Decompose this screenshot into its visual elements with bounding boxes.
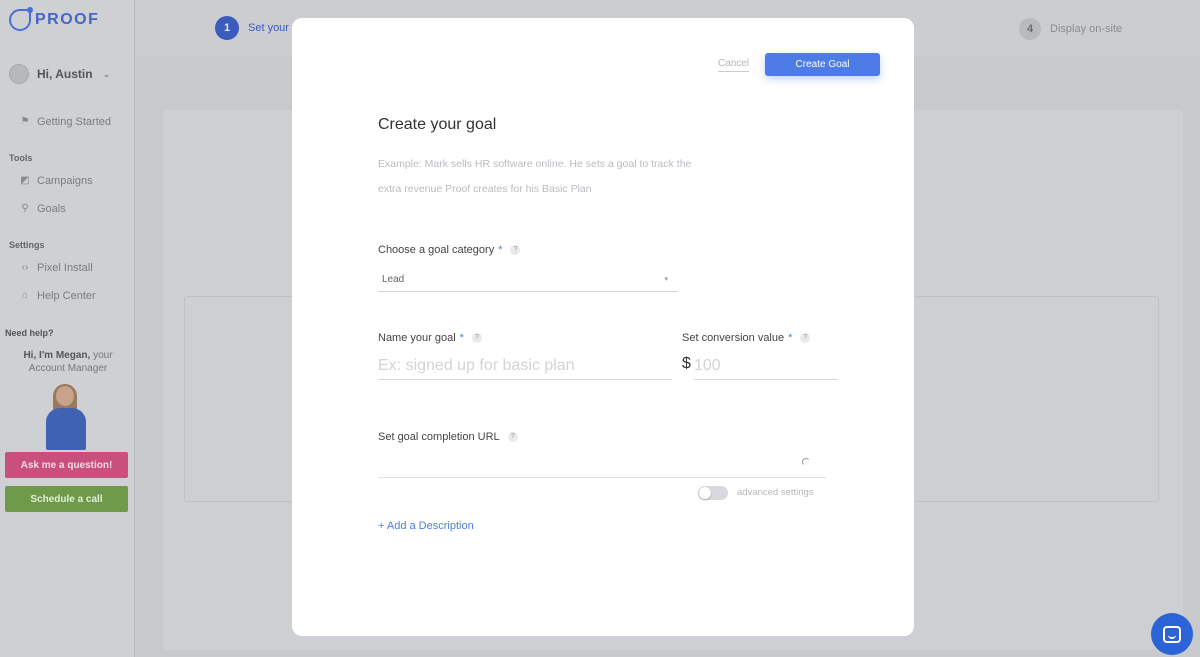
currency-symbol: $ <box>682 355 691 372</box>
step-number: 4 <box>1019 18 1041 40</box>
conversion-value-label: Set conversion value * ? <box>682 332 811 344</box>
rocket-icon: ⚑ <box>20 116 30 127</box>
cancel-button[interactable]: Cancel <box>718 58 750 72</box>
label-text: Set goal completion URL <box>378 431 500 443</box>
sidebar-item-label: Pixel Install <box>37 262 93 274</box>
step-label: Display on-site <box>1050 23 1123 35</box>
code-icon: ‹› <box>21 262 29 273</box>
sidebar-item-campaigns[interactable]: ◩ Campaigns <box>20 175 93 187</box>
required-marker: * <box>498 244 503 256</box>
sidebar-item-goals[interactable]: ⚲ Goals <box>20 203 66 215</box>
sidebar-item-label: Help Center <box>37 290 96 302</box>
home-icon: ⌂ <box>21 290 29 301</box>
sidebar-item-help-center[interactable]: ⌂ Help Center <box>20 290 96 302</box>
step-label: Set your <box>248 22 289 34</box>
completion-url-label: Set goal completion URL ? <box>378 431 518 443</box>
label-text: Choose a goal category <box>378 244 495 256</box>
sidebar-item-label: Goals <box>37 203 66 215</box>
need-help-label: Need help? <box>5 328 54 338</box>
sidebar-item-getting-started[interactable]: ⚑ Getting Started <box>20 116 111 128</box>
add-description-link[interactable]: + Add a Description <box>378 520 474 532</box>
selected-value: Lead <box>382 273 405 285</box>
required-marker: * <box>788 332 793 344</box>
goal-icon: ⚲ <box>21 203 29 214</box>
manager-intro: Hi, I'm Megan, <box>23 350 91 361</box>
account-manager-photo <box>40 384 92 450</box>
step-4[interactable]: 4 Display on-site <box>1019 18 1122 40</box>
ask-question-button[interactable]: Ask me a question! <box>5 452 128 478</box>
goal-name-input[interactable] <box>378 352 672 380</box>
goal-category-select[interactable]: Lead ▾ <box>378 267 678 292</box>
help-icon[interactable]: ? <box>507 432 518 442</box>
step-number: 1 <box>215 16 239 40</box>
campaign-icon: ◩ <box>20 175 30 186</box>
label-text: Set conversion value <box>682 332 785 344</box>
user-menu[interactable]: Hi, Austin ⌄ <box>9 64 110 84</box>
goal-category-label: Choose a goal category * ? <box>378 244 521 256</box>
avatar <box>9 64 29 84</box>
help-icon[interactable]: ? <box>800 333 811 343</box>
schedule-call-button[interactable]: Schedule a call <box>5 486 128 512</box>
sidebar: PROOF Hi, Austin ⌄ ⚑ Getting Started Too… <box>0 0 135 657</box>
conversion-value-input[interactable] <box>694 352 838 380</box>
goal-name-label: Name your goal * ? <box>378 332 482 344</box>
logo-icon <box>9 7 33 31</box>
chevron-down-icon: ⌄ <box>102 68 111 79</box>
account-manager-text: Hi, I'm Megan, your Account Manager <box>6 349 130 375</box>
chat-icon <box>1163 625 1181 643</box>
tools-section-label: Tools <box>9 153 33 163</box>
completion-url-input[interactable] <box>378 450 826 478</box>
help-icon[interactable]: ? <box>471 333 482 343</box>
create-goal-button[interactable]: Create Goal <box>765 53 880 76</box>
advanced-settings-label: advanced settings <box>737 487 814 498</box>
settings-section-label: Settings <box>9 240 45 250</box>
spinner-icon <box>802 458 810 466</box>
modal-title: Create your goal <box>378 116 497 133</box>
user-greeting: Hi, Austin <box>37 67 93 81</box>
label-text: Name your goal <box>378 332 456 344</box>
example-text: Example: Mark sells HR software online. … <box>378 158 692 195</box>
chat-launcher-button[interactable] <box>1151 613 1193 655</box>
logo-text: PROOF <box>35 11 100 28</box>
logo[interactable]: PROOF <box>9 7 100 31</box>
step-1[interactable]: 1 Set your <box>215 16 289 40</box>
sidebar-item-pixel-install[interactable]: ‹› Pixel Install <box>20 262 93 274</box>
sidebar-item-label: Campaigns <box>37 175 93 187</box>
caret-down-icon: ▾ <box>664 276 668 283</box>
required-marker: * <box>459 332 464 344</box>
advanced-settings-toggle[interactable] <box>698 486 728 500</box>
help-icon[interactable]: ? <box>510 245 521 255</box>
sidebar-item-label: Getting Started <box>37 116 111 128</box>
create-goal-modal: Cancel Create Goal Create your goal Exam… <box>292 18 914 636</box>
